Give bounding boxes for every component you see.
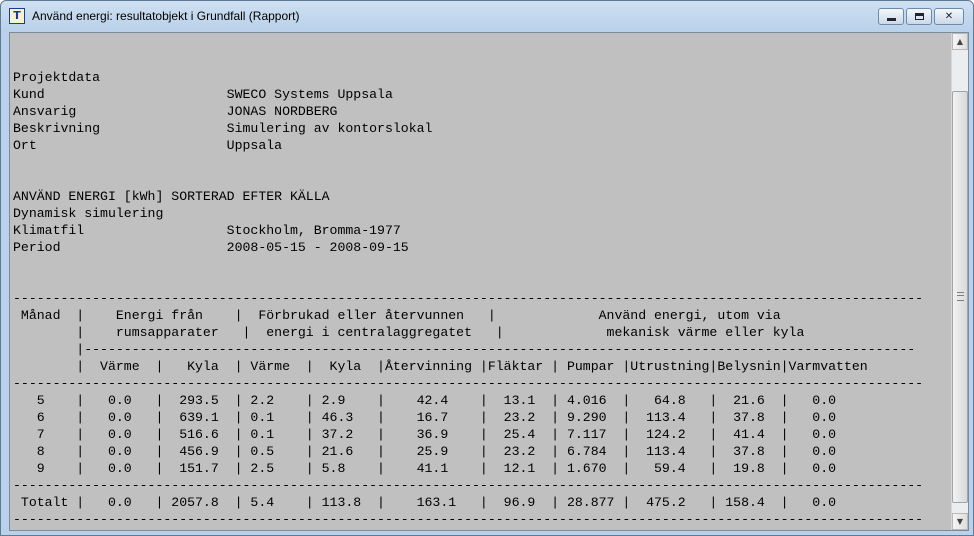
app-icon[interactable]: T bbox=[9, 8, 25, 24]
scroll-down-arrow-icon: ▼ bbox=[956, 517, 964, 526]
report-line: Kund SWECO Systems Uppsala bbox=[13, 87, 393, 102]
report-line: Projektdata bbox=[13, 70, 101, 85]
report-line: Klimatfil Stockholm, Bromma-1977 bbox=[13, 223, 401, 238]
scroll-up-arrow-icon: ▲ bbox=[956, 37, 964, 46]
report-line: 8 | 0.0 | 456.9 | 0.5 | 21.6 | 25.9 | 23… bbox=[13, 444, 837, 459]
report-line: | Värme | Kyla | Värme | Kyla |Återvinni… bbox=[13, 359, 868, 374]
report-line bbox=[13, 171, 943, 188]
report-line: 6 | 0.0 | 639.1 | 0.1 | 46.3 | 16.7 | 23… bbox=[13, 410, 837, 425]
report-line: ANVÄND ENERGI [kWh] SORTERAD EFTER KÄLLA bbox=[13, 189, 330, 204]
report-line: Totalt | 0.0 | 2057.8 | 5.4 | 113.8 | 16… bbox=[13, 495, 837, 510]
report-line: Beskrivning Simulering av kontorslokal bbox=[13, 121, 433, 136]
close-button[interactable]: ✕ bbox=[934, 8, 964, 25]
report-window: T Använd energi: resultatobjekt i Grundf… bbox=[0, 0, 974, 536]
maximize-button[interactable] bbox=[906, 8, 932, 25]
scrollbar-thumb[interactable] bbox=[952, 91, 968, 503]
thumb-grip-icon bbox=[957, 292, 964, 301]
report-line: Månad | Energi från | Förbrukad eller åt… bbox=[13, 308, 781, 323]
title-bar[interactable]: T Använd energi: resultatobjekt i Grundf… bbox=[1, 1, 973, 30]
report-line bbox=[13, 273, 943, 290]
vertical-scrollbar[interactable]: ▲ ▼ bbox=[951, 33, 968, 530]
report-line: Period 2008-05-15 - 2008-09-15 bbox=[13, 240, 409, 255]
report-line: | rumsapparater | energi i centralaggreg… bbox=[13, 325, 805, 340]
report-line: 7 | 0.0 | 516.6 | 0.1 | 37.2 | 36.9 | 25… bbox=[13, 427, 837, 442]
report-line bbox=[13, 35, 943, 52]
report-view[interactable]: Projektdata Kund SWECO Systems Uppsala Ans… bbox=[9, 32, 969, 531]
scroll-down-button[interactable]: ▼ bbox=[952, 513, 968, 530]
report-line: Dynamisk simulering bbox=[13, 206, 164, 221]
window-title: Använd energi: resultatobjekt i Grundfal… bbox=[32, 9, 300, 23]
report-line: 9 | 0.0 | 151.7 | 2.5 | 5.8 | 41.1 | 12.… bbox=[13, 461, 837, 476]
report-line: ----------------------------------------… bbox=[13, 512, 924, 527]
report-line: Ort Uppsala bbox=[13, 138, 283, 153]
minimize-button[interactable] bbox=[878, 8, 904, 25]
report-line: Ansvarig JONAS NORDBERG bbox=[13, 104, 338, 119]
close-icon: ✕ bbox=[944, 11, 954, 22]
scroll-up-button[interactable]: ▲ bbox=[952, 33, 968, 50]
report-line: ----------------------------------------… bbox=[13, 291, 924, 306]
report-line: ----------------------------------------… bbox=[13, 376, 924, 391]
report-line bbox=[13, 52, 943, 69]
maximize-icon bbox=[915, 13, 924, 20]
report-line: ----------------------------------------… bbox=[13, 478, 924, 493]
report-line: |---------------------------------------… bbox=[13, 342, 916, 357]
report-text: Projektdata Kund SWECO Systems Uppsala Ans… bbox=[13, 35, 943, 529]
minimize-icon bbox=[887, 18, 896, 21]
report-line bbox=[13, 256, 943, 273]
report-line bbox=[13, 154, 943, 171]
report-line: 5 | 0.0 | 293.5 | 2.2 | 2.9 | 42.4 | 13.… bbox=[13, 393, 837, 408]
